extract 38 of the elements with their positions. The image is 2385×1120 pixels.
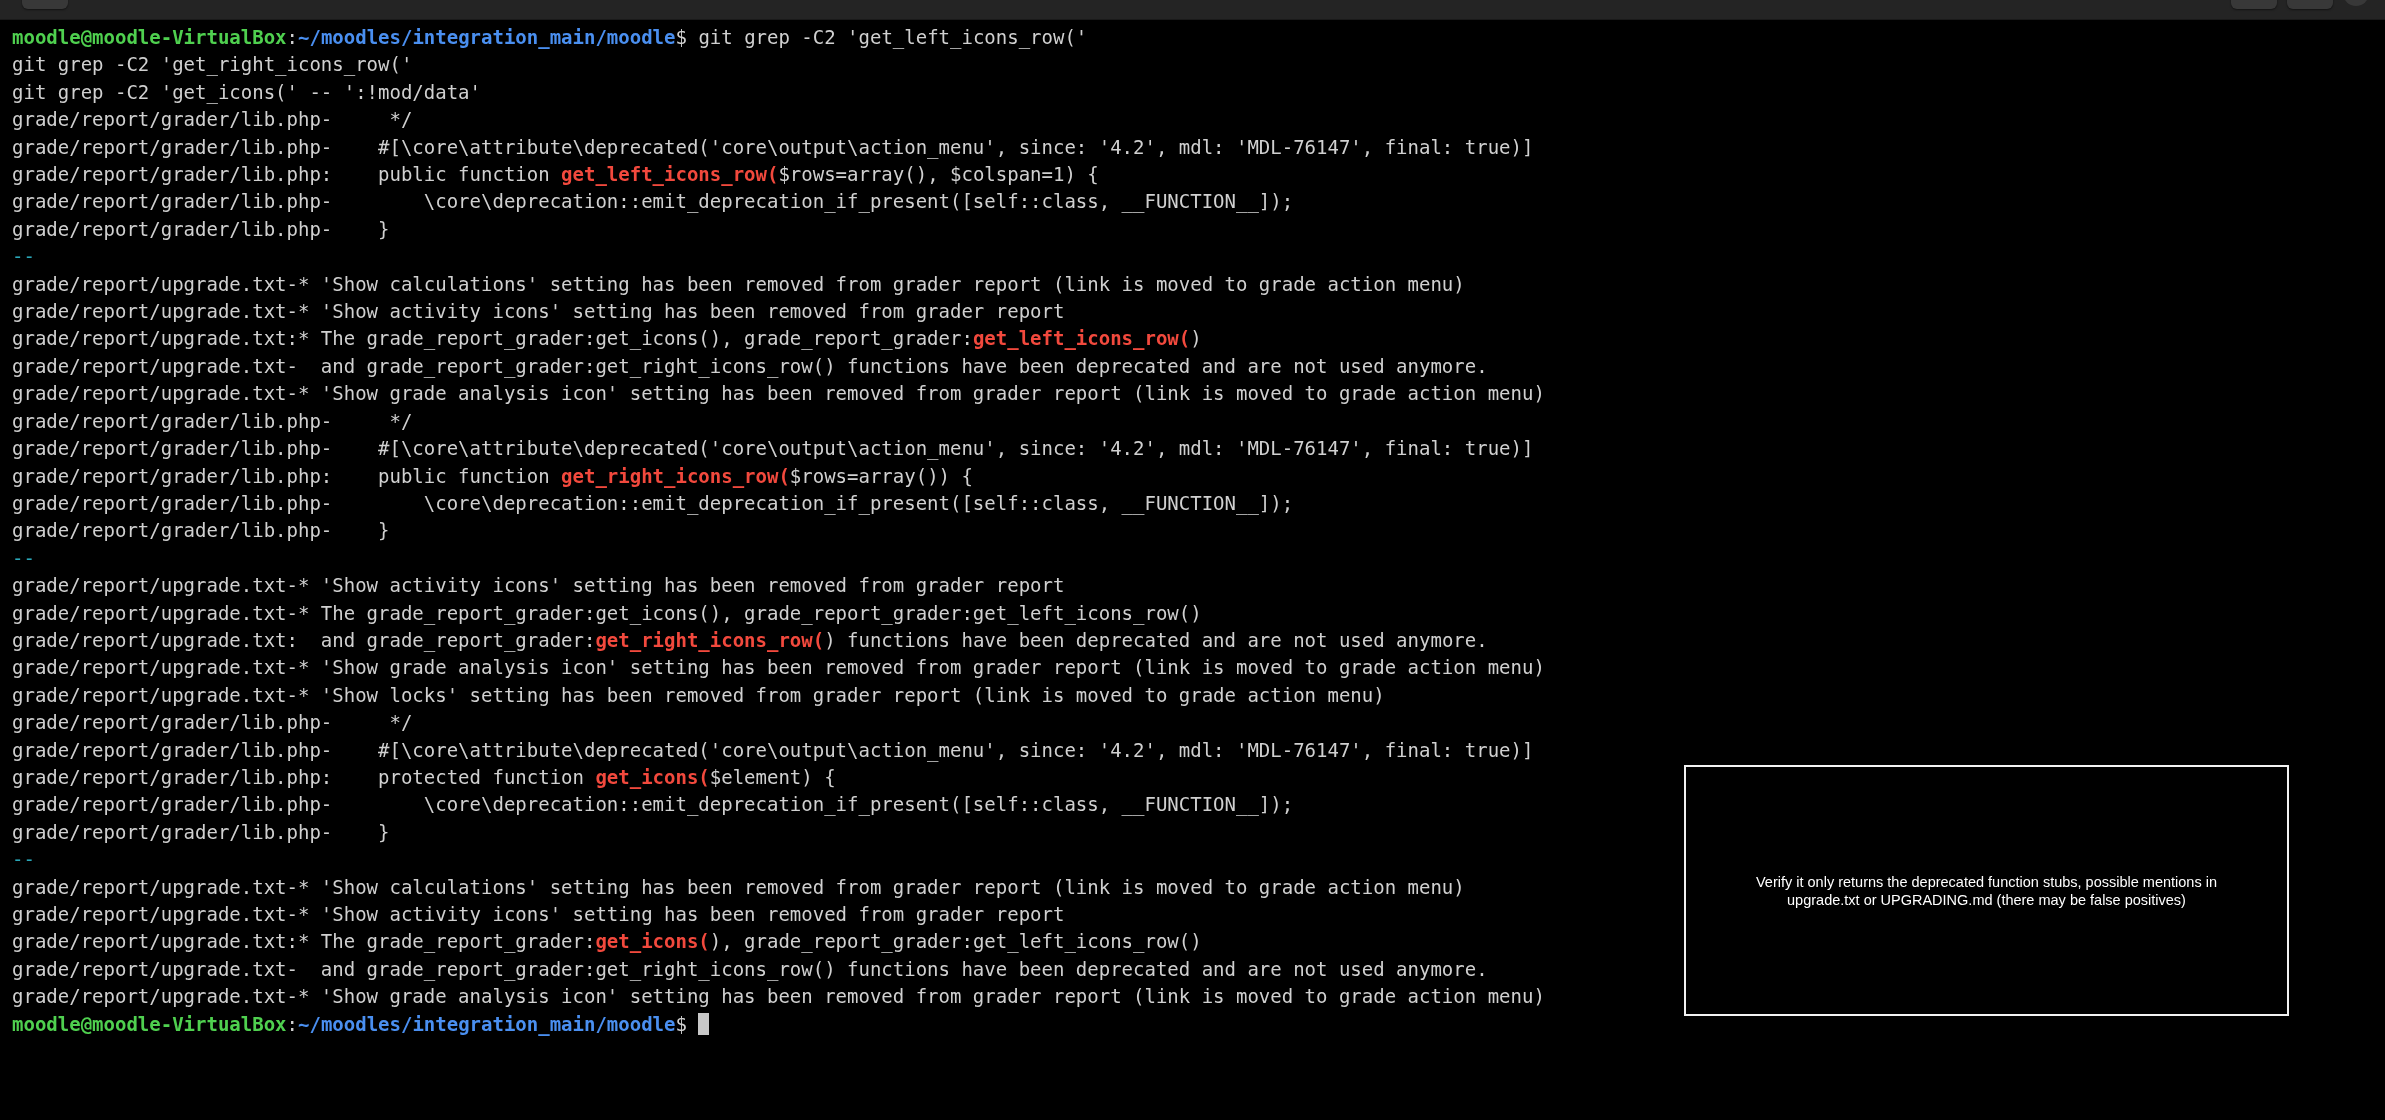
terminal-line: grade/report/upgrade.txt-* The grade_report_grader:get_icons(), grade_report_grader:get_left_icons_row() [12, 600, 1202, 627]
terminal-line: grade/report/upgrade.txt-* 'Show activity icons' setting has been removed from grader report [12, 299, 1065, 325]
terminal-line: grade/report/grader/lib.php- #[\core\attribute\deprecated('core\output\action_menu', since: '4.2', mdl: 'MDL-76147', final: true)] [12, 436, 1534, 462]
terminal-line: grade/report/upgrade.txt: and grade_report_grader:get_right_icons_row() functions have been deprecated and are not used anymore. [12, 627, 1488, 654]
terminal-line: git grep -C2 'get_icons(' -- ':!mod/data' [12, 79, 481, 106]
terminal-line: grade/report/grader/lib.php: protected function get_icons($element) { [12, 764, 836, 791]
terminal-line: grade/report/upgrade.txt- and grade_report_grader:get_right_icons_row() functions have been deprecated and are not used anymore. [12, 353, 1488, 380]
terminal-line: grade/report/upgrade.txt- and grade_report_grader:get_right_icons_row() functions have been deprecated and are not used anymore. [12, 956, 1488, 983]
terminal-line: grade/report/upgrade.txt-* 'Show activity icons' setting has been removed from grader report [12, 573, 1065, 599]
terminal-line: grade/report/upgrade.txt-* 'Show grade analysis icon' setting has been removed from grader report (link is moved to grade action menu) [12, 655, 1545, 681]
terminal-line: grade/report/grader/lib.php- */ [12, 408, 413, 434]
terminal-line: git grep -C2 'get_right_icons_row(' [12, 52, 413, 78]
terminal-line: grade/report/grader/lib.php- \core\deprecation::emit_deprecation_if_present([self::class, __FUNCTION__]); [12, 792, 1294, 818]
terminal-line: moodle@moodle-VirtualBox:~/moodles/integration_main/moodle$ [12, 1010, 710, 1039]
terminal-line: grade/report/grader/lib.php- */ [12, 107, 413, 133]
terminal-line: grade/report/grader/lib.php- \core\deprecation::emit_deprecation_if_present([self::class, __FUNCTION__]); [12, 189, 1294, 215]
terminal-line: grade/report/upgrade.txt:* The grade_report_grader:get_icons(), grade_report_grader:get_left_icons_row() [12, 929, 1202, 955]
terminal-line: grade/report/upgrade.txt-* 'Show grade analysis icon' setting has been removed from grader report (link is moved to grade action menu) [12, 984, 1545, 1010]
terminal-line: grade/report/grader/lib.php- #[\core\attribute\deprecated('core\output\action_menu', since: '4.2', mdl: 'MDL-76147', final: true)] [12, 737, 1534, 764]
terminal-line: grade/report/upgrade.txt-* 'Show grade analysis icon' setting has been removed from grader report (link is moved to grade action menu) [12, 381, 1545, 407]
terminal-line: -- [12, 244, 35, 270]
terminal-line: grade/report/grader/lib.php: public function get_right_icons_row($rows=array()) { [12, 463, 973, 490]
terminal-line: grade/report/grader/lib.php: public function get_left_icons_row($rows=array(), $colspan=1) { [12, 162, 1099, 188]
terminal-line: grade/report/grader/lib.php- */ [12, 710, 413, 736]
terminal-line: grade/report/upgrade.txt:* The grade_report_grader:get_icons(), grade_report_grader:get_left_icons_row() [12, 326, 1202, 352]
terminal-line: -- [12, 847, 35, 873]
terminal-line: grade/report/upgrade.txt-* 'Show calculations' setting has been removed from grader report (link is moved to grade action menu) [12, 874, 1465, 900]
note-text: Verify it only returns the deprecated function stubs, possible mentions in upgrade.txt or UPGRADING.md (there may be false positives) [1754, 872, 2218, 909]
terminal-line: grade/report/grader/lib.php- } [12, 819, 390, 845]
terminal-line: -- [12, 545, 35, 571]
terminal-line: grade/report/upgrade.txt-* 'Show locks' setting has been removed from grader report (link is moved to grade action menu) [12, 682, 1385, 708]
terminal-line: grade/report/upgrade.txt-* 'Show activity icons' setting has been removed from grader report [12, 902, 1065, 927]
terminal-line: grade/report/upgrade.txt-* 'Show calculations' setting has been removed from grader report (link is moved to grade action menu) [12, 271, 1465, 297]
terminal-line: moodle@moodle-VirtualBox:~/moodles/integration_main/moodle$ git grep -C2 'get_left_icons_row(' [12, 25, 1088, 51]
terminal-line: grade/report/grader/lib.php- \core\deprecation::emit_deprecation_if_present([self::class, __FUNCTION__]); [12, 490, 1294, 517]
terminal-line: grade/report/grader/lib.php- } [12, 216, 390, 242]
terminal-line: grade/report/grader/lib.php- #[\core\attribute\deprecated('core\output\action_menu', since: '4.2', mdl: 'MDL-76147', final: true)] [12, 134, 1534, 161]
terminal-line: grade/report/grader/lib.php- } [12, 518, 390, 544]
